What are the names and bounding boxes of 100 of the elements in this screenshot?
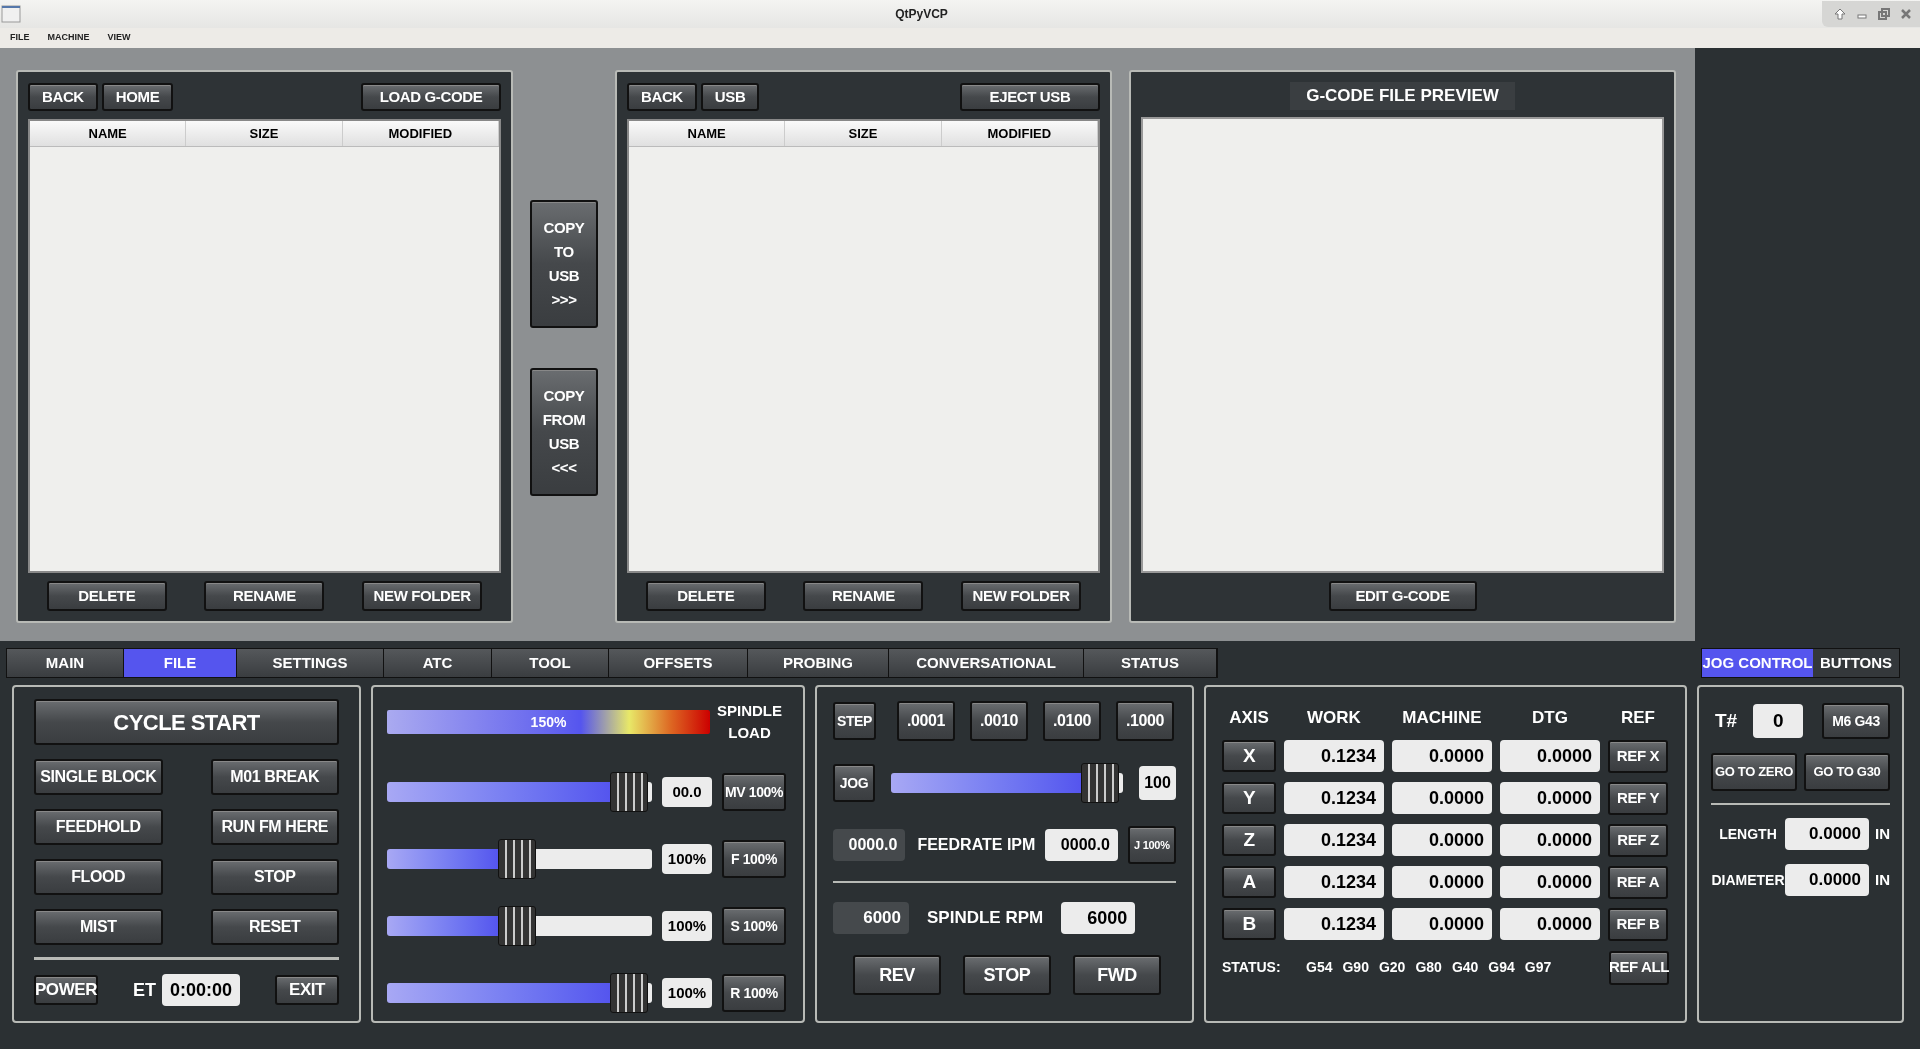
override-reset-button[interactable]: R 100%	[722, 974, 786, 1012]
spindle-value-field[interactable]: 6000	[1061, 902, 1136, 934]
override-slider[interactable]	[387, 839, 652, 879]
menu-item[interactable]: MACHINE	[47, 31, 90, 45]
tab[interactable]: STATUS	[1084, 649, 1217, 677]
jog-button[interactable]: JOG	[833, 764, 875, 802]
cycle-start-button[interactable]: CYCLE START	[34, 699, 339, 745]
axis-button[interactable]: X	[1222, 740, 1276, 772]
nav-button[interactable]: BACK	[28, 83, 98, 111]
distance-to-go-field[interactable]: 0.0000	[1500, 866, 1600, 898]
override-slider[interactable]	[387, 772, 652, 812]
tab[interactable]: SETTINGS	[237, 649, 384, 677]
step-size-button[interactable]: .1000	[1116, 701, 1174, 741]
step-size-button[interactable]: .0010	[970, 701, 1028, 741]
column-header[interactable]: NAME	[629, 121, 786, 146]
distance-to-go-field[interactable]: 0.0000	[1500, 908, 1600, 940]
usb-footer-button[interactable]: NEW FOLDER	[961, 581, 1082, 611]
tab[interactable]: ATC	[384, 649, 492, 677]
nav-button[interactable]: HOME	[101, 83, 174, 111]
control-button[interactable]: SINGLE BLOCK	[34, 759, 163, 795]
close-icon[interactable]	[1900, 8, 1912, 20]
axis-button[interactable]: Z	[1222, 824, 1276, 856]
tool-dimension-field[interactable]: 0.0000	[1785, 818, 1869, 850]
tab[interactable]: MAIN	[7, 649, 124, 677]
slider-handle[interactable]	[609, 772, 648, 812]
control-button[interactable]: RUN FM HERE	[210, 809, 339, 845]
control-button[interactable]: FEEDHOLD	[34, 809, 163, 845]
feed-value-field[interactable]: 0000.0	[1045, 829, 1118, 861]
override-reset-button[interactable]: F 100%	[722, 840, 786, 878]
machine-position-field[interactable]: 0.0000	[1392, 740, 1492, 772]
local-footer-button[interactable]: DELETE	[46, 581, 167, 611]
spindle-button[interactable]: FWD	[1073, 955, 1161, 995]
usb-footer-button[interactable]: DELETE	[645, 581, 766, 611]
tab[interactable]: PROBING	[748, 649, 889, 677]
edit-button[interactable]: EDIT G-CODE	[1328, 581, 1477, 611]
tab[interactable]: BUTTONS	[1813, 649, 1899, 677]
spindle-button[interactable]: REV	[853, 955, 941, 995]
override-value[interactable]: 00.0	[662, 777, 712, 807]
nav-button[interactable]: BACK	[627, 83, 697, 111]
override-slider[interactable]	[387, 906, 652, 946]
ref-button[interactable]: REF B	[1608, 907, 1668, 941]
file-list[interactable]: NAME SIZE MODIFIED	[28, 119, 501, 573]
feed-actual-field[interactable]: 0000.0	[833, 829, 906, 861]
column-header[interactable]: MODIFIED	[342, 121, 499, 146]
override-value[interactable]: 100%	[662, 844, 712, 874]
machine-position-field[interactable]: 0.0000	[1392, 782, 1492, 814]
distance-to-go-field[interactable]: 0.0000	[1500, 782, 1600, 814]
local-footer-button[interactable]: RENAME	[204, 581, 325, 611]
axis-button[interactable]: B	[1222, 908, 1276, 940]
elapsed-time-field[interactable]: 0:00:00	[162, 974, 240, 1006]
nav-button[interactable]: USB	[700, 83, 760, 111]
column-header[interactable]: MODIFIED	[941, 121, 1098, 146]
slider-handle[interactable]	[609, 973, 648, 1013]
jog-slider[interactable]	[891, 763, 1123, 803]
override-slider[interactable]	[387, 973, 652, 1013]
machine-position-field[interactable]: 0.0000	[1392, 908, 1492, 940]
control-button[interactable]: FLOOD	[34, 859, 163, 895]
work-position-field[interactable]: 0.1234	[1284, 824, 1384, 856]
tab[interactable]: CONVERSATIONAL	[889, 649, 1084, 677]
usb-footer-button[interactable]: RENAME	[803, 581, 924, 611]
spindle-button[interactable]: STOP	[963, 955, 1051, 995]
local-footer-button[interactable]: NEW FOLDER	[362, 581, 483, 611]
arrow-up-icon[interactable]	[1834, 8, 1846, 20]
action-button[interactable]: LOAD G-CODE	[361, 83, 501, 111]
override-value[interactable]: 100%	[662, 911, 712, 941]
work-position-field[interactable]: 0.1234	[1284, 740, 1384, 772]
slider-handle[interactable]	[1081, 763, 1120, 803]
spindle-actual-field[interactable]: 6000	[833, 902, 909, 934]
tab[interactable]: FILE	[124, 649, 237, 677]
power-button[interactable]: POWER	[34, 975, 98, 1005]
ref-button[interactable]: REF Y	[1608, 781, 1668, 815]
maximize-icon[interactable]	[1878, 8, 1890, 20]
menu-item[interactable]: VIEW	[107, 31, 131, 45]
ref-all-button[interactable]: REF ALL	[1609, 950, 1669, 985]
distance-to-go-field[interactable]: 0.0000	[1500, 740, 1600, 772]
override-value[interactable]: 100%	[662, 978, 712, 1008]
work-position-field[interactable]: 0.1234	[1284, 866, 1384, 898]
tool-change-button[interactable]: M6 G43	[1822, 703, 1890, 739]
column-header[interactable]: SIZE	[785, 121, 942, 146]
control-button[interactable]: M01 BREAK	[210, 759, 339, 795]
jog-speed-field[interactable]: 100	[1139, 766, 1176, 800]
control-button[interactable]: RESET	[210, 909, 339, 945]
file-list[interactable]: NAME SIZE MODIFIED	[627, 119, 1100, 573]
distance-to-go-field[interactable]: 0.0000	[1500, 824, 1600, 856]
exit-button[interactable]: EXIT	[275, 975, 339, 1005]
go-to-button[interactable]: GO TO ZERO	[1711, 753, 1797, 791]
work-position-field[interactable]: 0.1234	[1284, 908, 1384, 940]
slider-handle[interactable]	[498, 839, 537, 879]
axis-button[interactable]: Y	[1222, 782, 1276, 814]
control-button[interactable]: MIST	[34, 909, 163, 945]
slider-handle[interactable]	[498, 906, 537, 946]
work-position-field[interactable]: 0.1234	[1284, 782, 1384, 814]
axis-button[interactable]: A	[1222, 866, 1276, 898]
column-header[interactable]: NAME	[30, 121, 187, 146]
transfer-button[interactable]: COPY TO USB >>>	[530, 200, 598, 328]
step-size-button[interactable]: .0001	[897, 701, 955, 741]
machine-position-field[interactable]: 0.0000	[1392, 866, 1492, 898]
override-reset-button[interactable]: S 100%	[722, 907, 786, 945]
tab[interactable]: TOOL	[492, 649, 609, 677]
step-button[interactable]: STEP	[833, 702, 876, 740]
